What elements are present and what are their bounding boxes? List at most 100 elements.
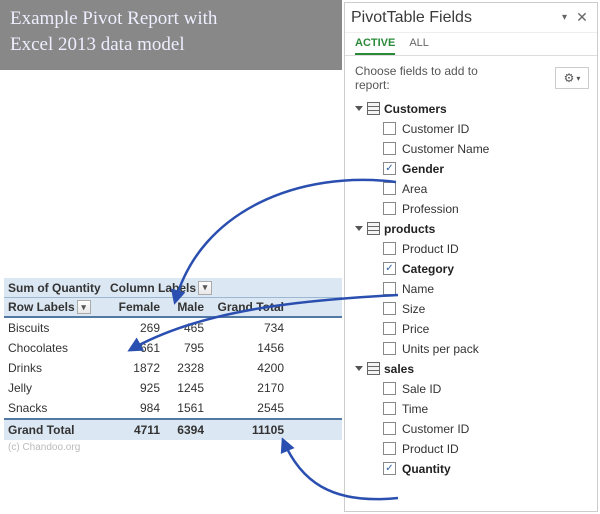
expand-icon bbox=[355, 366, 363, 371]
table-icon bbox=[367, 222, 380, 235]
table-header-customers[interactable]: Customers bbox=[355, 99, 597, 119]
field-item[interactable]: Price bbox=[355, 319, 597, 339]
choose-fields-label: Choose fields to add to report: bbox=[355, 64, 505, 93]
cell-male[interactable]: 2328 bbox=[164, 361, 208, 375]
grand-total-label: Grand Total bbox=[4, 423, 108, 437]
grand-total-male: 6394 bbox=[164, 423, 208, 437]
field-item[interactable]: Size bbox=[355, 299, 597, 319]
checkbox[interactable] bbox=[383, 422, 396, 435]
chevron-down-icon: ▾ bbox=[576, 74, 580, 83]
cell-female[interactable]: 925 bbox=[108, 381, 164, 395]
field-item[interactable]: Sale ID bbox=[355, 379, 597, 399]
checkbox[interactable] bbox=[383, 322, 396, 335]
checkbox[interactable] bbox=[383, 382, 396, 395]
field-item[interactable]: Product ID bbox=[355, 239, 597, 259]
table-name-label: Customers bbox=[384, 102, 447, 116]
pane-tabs: ACTIVE ALL bbox=[345, 33, 597, 56]
field-label: Profession bbox=[402, 202, 459, 216]
pivot-table: Sum of Quantity Column Labels ▾ Row Labe… bbox=[4, 278, 342, 453]
field-item[interactable]: Area bbox=[355, 179, 597, 199]
cell-male[interactable]: 1245 bbox=[164, 381, 208, 395]
checkbox[interactable] bbox=[383, 182, 396, 195]
checkbox[interactable] bbox=[383, 262, 396, 275]
checkbox[interactable] bbox=[383, 402, 396, 415]
table-icon bbox=[367, 362, 380, 375]
field-label: Name bbox=[402, 282, 434, 296]
checkbox[interactable] bbox=[383, 162, 396, 175]
field-label: Time bbox=[402, 402, 428, 416]
column-labels-cell[interactable]: Column Labels ▾ bbox=[108, 281, 238, 295]
row-label[interactable]: Snacks bbox=[4, 401, 108, 415]
cell-female[interactable]: 984 bbox=[108, 401, 164, 415]
expand-icon bbox=[355, 226, 363, 231]
gear-button[interactable]: ⚙ ▾ bbox=[555, 67, 589, 89]
row-label[interactable]: Chocolates bbox=[4, 341, 108, 355]
field-item[interactable]: Product ID bbox=[355, 439, 597, 459]
checkbox[interactable] bbox=[383, 302, 396, 315]
field-item[interactable]: Time bbox=[355, 399, 597, 419]
tab-active[interactable]: ACTIVE bbox=[355, 37, 395, 55]
close-icon[interactable]: ✕ bbox=[573, 9, 591, 27]
checkbox[interactable] bbox=[383, 442, 396, 455]
col-header-male[interactable]: Male bbox=[164, 300, 208, 314]
field-label: Gender bbox=[402, 162, 444, 176]
cell-total[interactable]: 2545 bbox=[208, 401, 290, 415]
checkbox[interactable] bbox=[383, 122, 396, 135]
field-item[interactable]: Name bbox=[355, 279, 597, 299]
checkbox[interactable] bbox=[383, 202, 396, 215]
field-item[interactable]: Customer Name bbox=[355, 139, 597, 159]
cell-female[interactable]: 1872 bbox=[108, 361, 164, 375]
checkbox[interactable] bbox=[383, 282, 396, 295]
field-item[interactable]: Customer ID bbox=[355, 419, 597, 439]
checkbox[interactable] bbox=[383, 242, 396, 255]
field-label: Product ID bbox=[402, 442, 459, 456]
credit-label: (c) Chandoo.org bbox=[4, 442, 342, 453]
field-label: Sale ID bbox=[402, 382, 441, 396]
pivot-header-row: Sum of Quantity Column Labels ▾ bbox=[4, 278, 342, 298]
field-label: Customer ID bbox=[402, 422, 469, 436]
column-labels-text: Column Labels bbox=[110, 281, 196, 295]
field-label: Price bbox=[402, 322, 429, 336]
field-item[interactable]: Customer ID bbox=[355, 119, 597, 139]
col-header-grand-total[interactable]: Grand Total bbox=[208, 300, 290, 314]
cell-male[interactable]: 1561 bbox=[164, 401, 208, 415]
row-labels-dropdown[interactable]: ▾ bbox=[77, 300, 91, 314]
cell-male[interactable]: 465 bbox=[164, 321, 208, 335]
table-name-label: products bbox=[384, 222, 435, 236]
cell-total[interactable]: 2170 bbox=[208, 381, 290, 395]
table-header-sales[interactable]: sales bbox=[355, 359, 597, 379]
cell-total[interactable]: 1456 bbox=[208, 341, 290, 355]
field-label: Size bbox=[402, 302, 425, 316]
field-item[interactable]: Category bbox=[355, 259, 597, 279]
checkbox[interactable] bbox=[383, 342, 396, 355]
cell-female[interactable]: 269 bbox=[108, 321, 164, 335]
row-label[interactable]: Drinks bbox=[4, 361, 108, 375]
pane-dropdown-icon[interactable]: ▾ bbox=[560, 10, 569, 25]
tab-all[interactable]: ALL bbox=[409, 37, 429, 55]
field-item[interactable]: Quantity bbox=[355, 459, 597, 479]
choose-fields-row: Choose fields to add to report: ⚙ ▾ bbox=[345, 56, 597, 97]
field-item[interactable]: Profession bbox=[355, 199, 597, 219]
column-labels-dropdown[interactable]: ▾ bbox=[198, 281, 212, 295]
checkbox[interactable] bbox=[383, 462, 396, 475]
row-label[interactable]: Jelly bbox=[4, 381, 108, 395]
pivot-subheader-row: Row Labels ▾ Female Male Grand Total bbox=[4, 298, 342, 318]
col-header-female[interactable]: Female bbox=[108, 300, 164, 314]
row-label[interactable]: Biscuits bbox=[4, 321, 108, 335]
field-item[interactable]: Gender bbox=[355, 159, 597, 179]
row-labels-text: Row Labels bbox=[8, 300, 75, 314]
pivottable-fields-pane: PivotTable Fields ▾ ✕ ACTIVE ALL Choose … bbox=[344, 2, 598, 512]
pane-header: PivotTable Fields ▾ ✕ bbox=[345, 3, 597, 33]
table-icon bbox=[367, 102, 380, 115]
checkbox[interactable] bbox=[383, 142, 396, 155]
cell-total[interactable]: 4200 bbox=[208, 361, 290, 375]
expand-icon bbox=[355, 106, 363, 111]
grand-total-total: 11105 bbox=[208, 423, 290, 437]
cell-total[interactable]: 734 bbox=[208, 321, 290, 335]
cell-female[interactable]: 661 bbox=[108, 341, 164, 355]
table-header-products[interactable]: products bbox=[355, 219, 597, 239]
field-item[interactable]: Units per pack bbox=[355, 339, 597, 359]
row-labels-cell[interactable]: Row Labels ▾ bbox=[4, 300, 108, 314]
field-label: Category bbox=[402, 262, 454, 276]
cell-male[interactable]: 795 bbox=[164, 341, 208, 355]
